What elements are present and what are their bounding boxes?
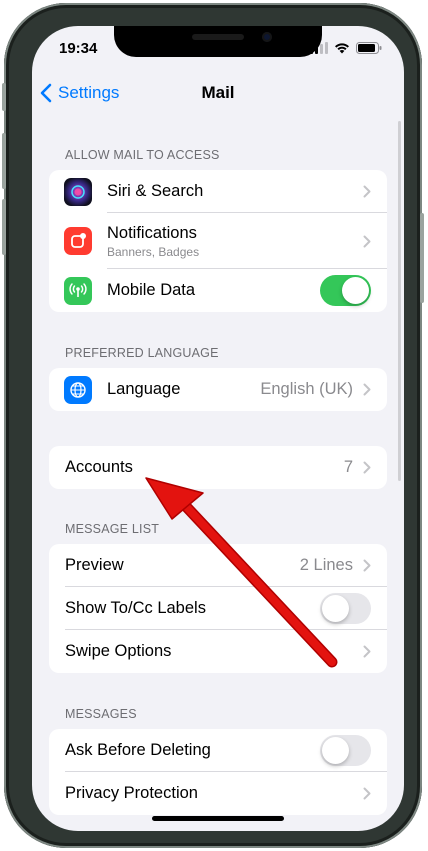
volume-up-button	[2, 133, 6, 189]
chevron-right-icon	[363, 559, 371, 572]
mute-switch	[2, 83, 6, 111]
row-siri-search[interactable]: Siri & Search	[49, 170, 387, 213]
power-button	[420, 213, 424, 303]
row-notifications-subtitle: Banners, Badges	[107, 244, 200, 259]
antenna-icon	[64, 276, 92, 305]
section-header-message-list: MESSAGE LIST	[65, 522, 160, 536]
row-show-to-cc-labels: Show To/Cc Labels	[49, 587, 387, 630]
group-messages: Ask Before Deleting Privacy Protection	[49, 729, 387, 815]
battery-icon	[356, 42, 382, 54]
status-time: 19:34	[59, 40, 98, 57]
row-language-label: Language	[107, 380, 181, 398]
group-accounts: Accounts 7	[49, 446, 387, 489]
chevron-right-icon	[363, 235, 371, 247]
notch	[114, 26, 322, 57]
globe-icon	[64, 375, 92, 404]
siri-icon	[64, 177, 92, 206]
ask-before-deleting-toggle[interactable]	[320, 735, 371, 766]
toggle-knob	[342, 277, 369, 304]
front-camera	[262, 32, 272, 42]
chevron-right-icon	[363, 787, 371, 800]
section-header-allow-access: ALLOW MAIL TO ACCESS	[65, 148, 220, 162]
row-accounts-count: 7	[343, 458, 353, 476]
row-accounts[interactable]: Accounts 7	[49, 446, 387, 489]
row-mobile-data-label: Mobile Data	[107, 281, 196, 299]
screen: 19:34 Settings Mail ALLOW MAIL TO ACCESS…	[32, 26, 404, 831]
notifications-icon	[64, 227, 92, 255]
chevron-right-icon	[363, 461, 371, 474]
row-language[interactable]: Language English (UK)	[49, 368, 387, 411]
row-preview-label: Preview	[65, 556, 124, 574]
volume-down-button	[2, 199, 6, 255]
group-preferred-language: Language English (UK)	[49, 368, 387, 411]
row-notifications-label: Notifications	[107, 223, 197, 242]
row-swipe-options[interactable]: Swipe Options	[49, 630, 387, 673]
row-preview-value: 2 Lines	[299, 556, 353, 574]
group-message-list: Preview 2 Lines Show To/Cc Labels Swipe …	[49, 544, 387, 673]
row-siri-search-label: Siri & Search	[107, 182, 204, 200]
section-header-preferred-language: PREFERRED LANGUAGE	[65, 346, 219, 360]
row-notifications[interactable]: Notifications Banners, Badges	[49, 213, 387, 269]
row-mobile-data: Mobile Data	[49, 269, 387, 312]
row-swipe-options-label: Swipe Options	[65, 642, 172, 660]
section-header-messages: MESSAGES	[65, 707, 137, 721]
chevron-right-icon	[363, 645, 371, 658]
home-indicator[interactable]	[152, 816, 284, 821]
row-show-to-cc-label: Show To/Cc Labels	[65, 599, 206, 617]
show-to-cc-toggle[interactable]	[320, 593, 371, 624]
row-privacy-protection-label: Privacy Protection	[65, 784, 198, 802]
navigation-bar: Settings Mail	[32, 78, 404, 114]
scrollbar[interactable]	[398, 121, 401, 481]
phone-frame: 19:34 Settings Mail ALLOW MAIL TO ACCESS…	[2, 3, 424, 848]
speaker	[192, 34, 244, 40]
toggle-knob	[322, 737, 349, 764]
chevron-right-icon	[363, 383, 371, 396]
row-ask-before-deleting: Ask Before Deleting	[49, 729, 387, 772]
chevron-right-icon	[363, 185, 371, 198]
row-accounts-label: Accounts	[65, 458, 133, 476]
wifi-icon	[335, 43, 349, 54]
group-allow-access: Siri & Search Notifications Banners, Bad…	[49, 170, 387, 312]
mobile-data-toggle[interactable]	[320, 275, 371, 306]
status-icons	[310, 42, 382, 54]
page-title: Mail	[201, 83, 235, 102]
row-preview[interactable]: Preview 2 Lines	[49, 544, 387, 587]
row-ask-before-deleting-label: Ask Before Deleting	[65, 741, 211, 759]
toggle-knob	[322, 595, 349, 622]
row-language-value: English (UK)	[260, 380, 353, 398]
row-privacy-protection[interactable]: Privacy Protection	[49, 772, 387, 815]
